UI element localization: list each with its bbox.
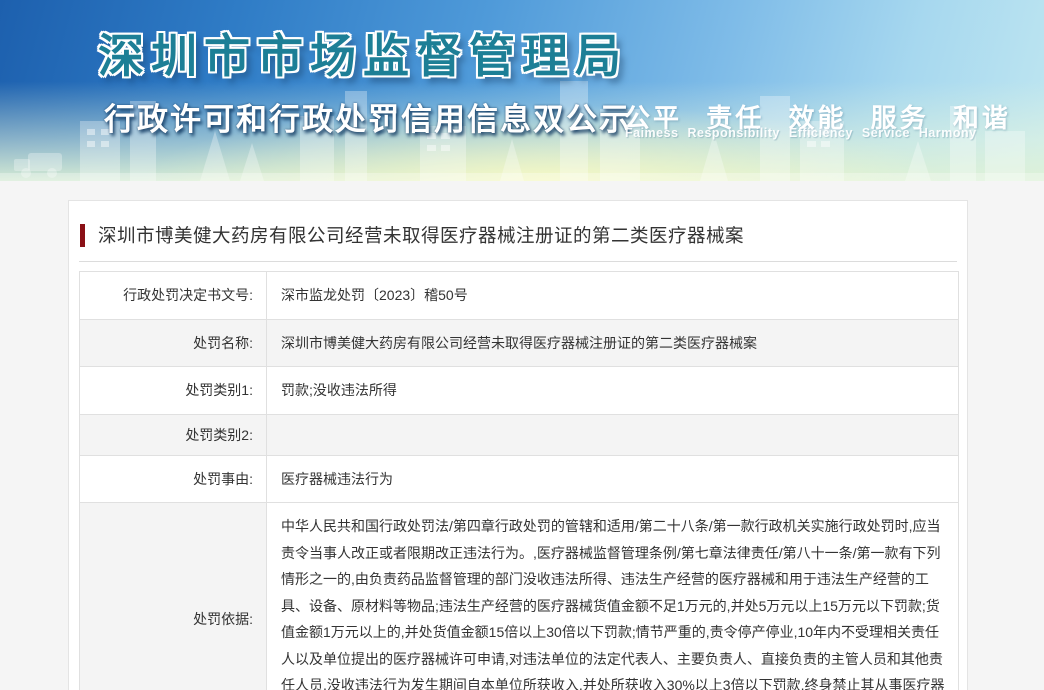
case-title-block: 深圳市博美健大药房有限公司经营未取得医疗器械注册证的第二类医疗器械案: [79, 222, 957, 248]
penalty-info-table: 行政处罚决定书文号: 深市监龙处罚〔2023〕稽50号 处罚名称: 深圳市博美健…: [79, 271, 959, 690]
table-row-penalty-type-1: 处罚类别1: 罚款;没收违法所得: [80, 367, 959, 415]
row-value: 深市监龙处罚〔2023〕稽50号: [267, 272, 959, 320]
table-row-penalty-name: 处罚名称: 深圳市博美健大药房有限公司经营未取得医疗器械注册证的第二类医疗器械案: [80, 319, 959, 367]
row-label: 处罚名称:: [80, 319, 267, 367]
row-value: 深圳市博美健大药房有限公司经营未取得医疗器械注册证的第二类医疗器械案: [267, 319, 959, 367]
slogan-english: Faimess Responsibility Efficiency Servic…: [625, 126, 977, 140]
row-label: 处罚事由:: [80, 455, 267, 503]
site-header-banner: 深圳市市场监督管理局 行政许可和行政处罚信用信息双公示 公平 责任 效能 服务 …: [0, 0, 1044, 181]
table-row-decision-number: 行政处罚决定书文号: 深市监龙处罚〔2023〕稽50号: [80, 272, 959, 320]
org-title: 深圳市市场监督管理局: [98, 20, 628, 86]
table-row-penalty-reason: 处罚事由: 医疗器械违法行为: [80, 455, 959, 503]
row-label: 处罚类别1:: [80, 367, 267, 415]
row-label: 行政处罚决定书文号:: [80, 272, 267, 320]
row-value: 罚款;没收违法所得: [267, 367, 959, 415]
banner-subtitle: 行政许可和行政处罚信用信息双公示: [104, 94, 632, 139]
row-label: 处罚依据:: [80, 503, 267, 690]
row-label: 处罚类别2:: [80, 414, 267, 455]
page-title: 深圳市博美健大药房有限公司经营未取得医疗器械注册证的第二类医疗器械案: [98, 222, 744, 248]
title-accent-bar: [80, 224, 85, 247]
table-row-penalty-basis: 处罚依据: 中华人民共和国行政处罚法/第四章行政处罚的管辖和适用/第二十八条/第…: [80, 503, 959, 690]
title-divider: [79, 261, 957, 262]
row-value: 医疗器械违法行为: [267, 455, 959, 503]
content-panel: 深圳市博美健大药房有限公司经营未取得医疗器械注册证的第二类医疗器械案 行政处罚决…: [68, 200, 968, 690]
table-row-penalty-type-2: 处罚类别2:: [80, 414, 959, 455]
row-value: 中华人民共和国行政处罚法/第四章行政处罚的管辖和适用/第二十八条/第一款行政机关…: [267, 503, 959, 690]
row-value: [267, 414, 959, 455]
